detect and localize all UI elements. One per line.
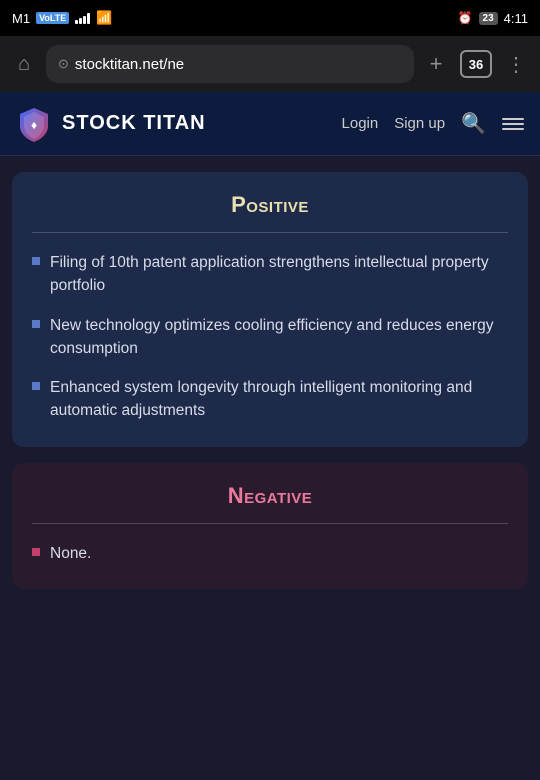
browser-actions: + 36 ⋮ <box>422 50 530 78</box>
svg-text:♦: ♦ <box>31 118 37 132</box>
search-icon[interactable]: 🔍 <box>461 111 486 136</box>
bullet-icon <box>32 257 40 265</box>
site-nav: Login Sign up 🔍 <box>342 111 524 136</box>
negative-bullet-list: None. <box>32 542 508 565</box>
signal-bars <box>75 12 90 24</box>
plus-icon: + <box>430 51 443 77</box>
status-bar: M1 VoLTE 📶 ⏰ 23 4:11 <box>0 0 540 36</box>
alarm-icon: ⏰ <box>458 11 473 25</box>
battery-level: 23 <box>479 12 498 25</box>
login-link[interactable]: Login <box>342 115 379 132</box>
list-item: None. <box>32 542 508 565</box>
list-item: Filing of 10th patent application streng… <box>32 251 508 298</box>
negative-divider <box>32 523 508 524</box>
list-item: New technology optimizes cooling efficie… <box>32 314 508 361</box>
signup-link[interactable]: Sign up <box>394 115 445 132</box>
logo-icon: ♦ <box>16 106 52 142</box>
bullet-text: Filing of 10th patent application streng… <box>50 251 508 298</box>
carrier-label: M1 <box>12 11 30 26</box>
bullet-icon <box>32 548 40 556</box>
bullet-text: New technology optimizes cooling efficie… <box>50 314 508 361</box>
bullet-text: None. <box>50 542 91 565</box>
browser-chrome: ⌂ ⊙ stocktitan.net/ne + 36 ⋮ <box>0 36 540 92</box>
hamburger-menu-button[interactable] <box>502 118 524 130</box>
time-label: 4:11 <box>504 11 528 26</box>
home-icon: ⌂ <box>18 53 30 76</box>
positive-section-title: Positive <box>32 192 508 218</box>
more-options-button[interactable]: ⋮ <box>502 50 530 78</box>
url-text: stocktitan.net/ne <box>75 56 402 73</box>
wifi-icon: 📶 <box>96 10 112 26</box>
more-icon: ⋮ <box>506 52 526 77</box>
positive-divider <box>32 232 508 233</box>
bullet-text: Enhanced system longevity through intell… <box>50 376 508 423</box>
home-button[interactable]: ⌂ <box>10 50 38 78</box>
site-header: ♦ STOCK TITAN Login Sign up 🔍 <box>0 92 540 156</box>
list-item: Enhanced system longevity through intell… <box>32 376 508 423</box>
main-content: Positive Filing of 10th patent applicati… <box>0 156 540 589</box>
site-title: STOCK TITAN <box>62 112 206 135</box>
status-right: ⏰ 23 4:11 <box>458 11 528 26</box>
status-left: M1 VoLTE 📶 <box>12 10 112 26</box>
site-logo: ♦ STOCK TITAN <box>16 106 206 142</box>
negative-section-title: Negative <box>32 483 508 509</box>
url-bar[interactable]: ⊙ stocktitan.net/ne <box>46 45 414 83</box>
positive-card: Positive Filing of 10th patent applicati… <box>12 172 528 447</box>
volte-badge: VoLTE <box>36 12 69 24</box>
security-icon: ⊙ <box>58 56 69 72</box>
new-tab-button[interactable]: + <box>422 50 450 78</box>
positive-bullet-list: Filing of 10th patent application streng… <box>32 251 508 423</box>
tabs-count-label: 36 <box>469 57 483 72</box>
tabs-count-button[interactable]: 36 <box>460 50 492 78</box>
negative-card: Negative None. <box>12 463 528 589</box>
bullet-icon <box>32 320 40 328</box>
bullet-icon <box>32 382 40 390</box>
